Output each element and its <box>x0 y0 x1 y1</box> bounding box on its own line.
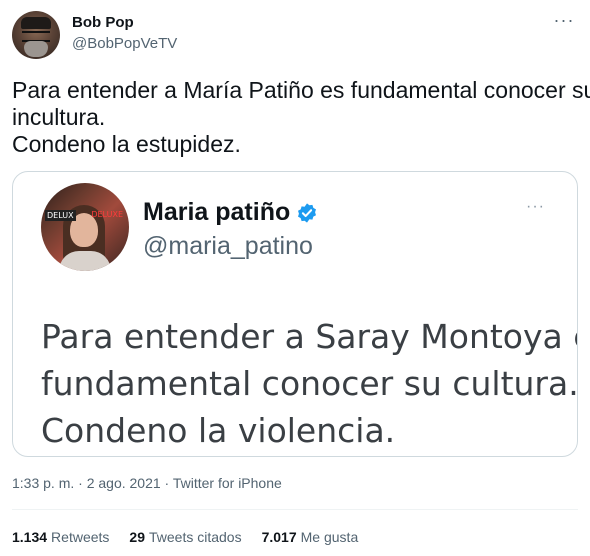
embed-author-name: Maria patiño <box>143 198 318 227</box>
embed-text-line: fundamental conocer su cultura. <box>41 364 578 403</box>
retweets-stat[interactable]: 1.134 Retweets <box>12 529 109 545</box>
quotes-label: Tweets citados <box>148 529 242 545</box>
tweet-text-line: Condeno la estupidez. <box>12 131 241 157</box>
divider <box>12 509 578 510</box>
embed-text: Para entender a Saray Montoya es fundame… <box>41 313 578 454</box>
tweet-timestamp[interactable]: 1:33 p. m. · 2 ago. 2021 · Twitter for i… <box>12 475 282 491</box>
avatar-logo: DELUX <box>45 210 76 221</box>
likes-label: Me gusta <box>300 529 359 545</box>
author-avatar[interactable] <box>12 11 60 59</box>
more-options-icon[interactable]: ··· <box>552 11 576 32</box>
embed-author-handle: @maria_patino <box>143 232 313 260</box>
embed-more-options-icon: ··· <box>526 198 545 215</box>
avatar-hat <box>21 17 51 29</box>
embed-avatar: DELUX DELUXE <box>41 183 129 271</box>
tweet-stats: 1.134 Retweets 29 Tweets citados 7.017 Me g… <box>12 529 358 545</box>
quotes-stat[interactable]: 29 Tweets citados <box>129 529 241 545</box>
retweets-count: 1.134 <box>12 529 48 545</box>
tweet-text-line: incultura. <box>12 104 106 130</box>
verified-badge-icon <box>298 202 317 223</box>
likes-stat[interactable]: 7.017 Me gusta <box>262 529 359 545</box>
avatar-logo: DELUXE <box>91 210 123 219</box>
author-handle[interactable]: @BobPopVeTV <box>72 35 177 52</box>
tweet-text: Para entender a María Patiño es fundamen… <box>12 77 590 158</box>
embed-author-name-text: Maria patiño <box>143 198 291 226</box>
retweets-label: Retweets <box>51 529 110 545</box>
embedded-screenshot-card[interactable]: DELUX DELUXE Maria patiño @maria_patino … <box>12 171 578 457</box>
tweet-text-line: Para entender a María Patiño es fundamen… <box>12 77 590 103</box>
author-name[interactable]: Bob Pop <box>72 14 134 31</box>
embed-text-line: Condeno la violencia. <box>41 411 396 450</box>
quotes-count: 29 <box>129 529 145 545</box>
avatar-beard <box>24 41 48 57</box>
embed-text-line: Para entender a Saray Montoya es <box>41 317 578 356</box>
likes-count: 7.017 <box>261 529 297 545</box>
